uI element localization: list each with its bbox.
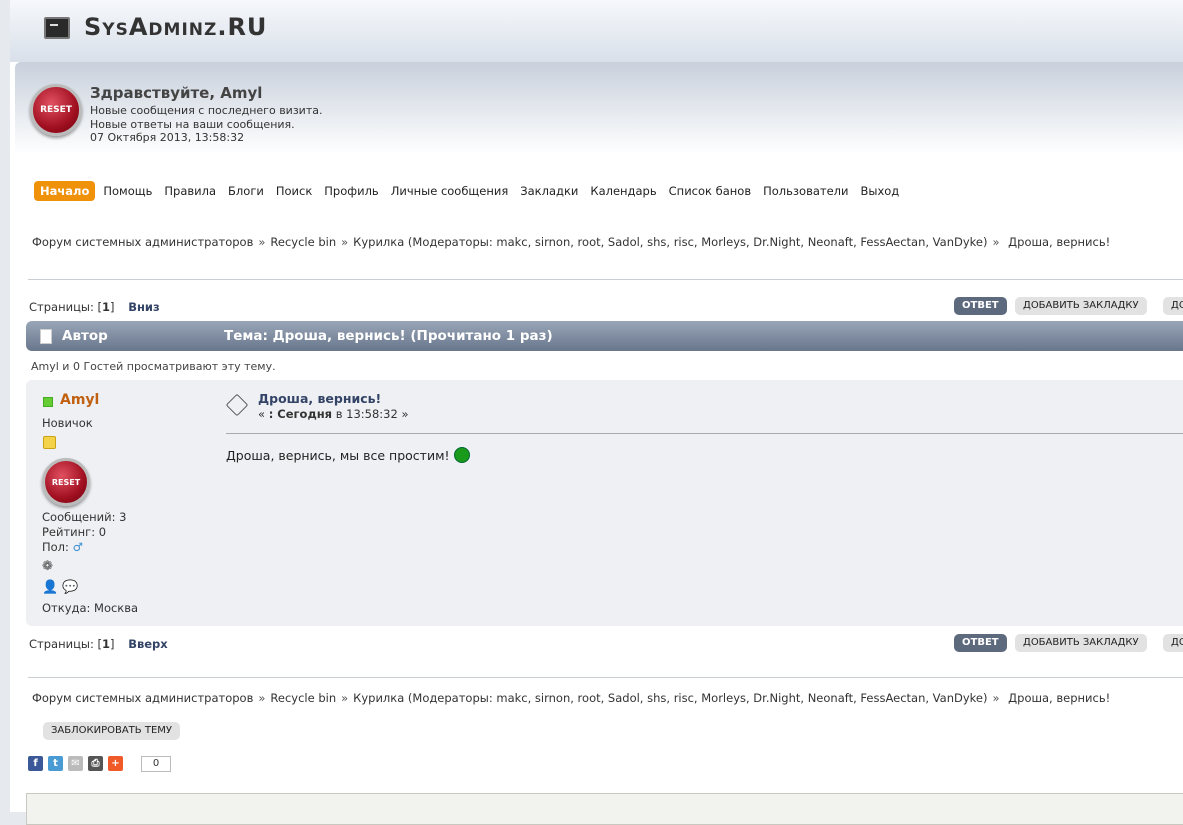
breadcrumb-section[interactable]: Recycle bin bbox=[270, 691, 336, 705]
breadcrumb: Форум системных администраторов» Recycle … bbox=[32, 235, 1111, 249]
author-location: Откуда: Москва bbox=[42, 601, 139, 615]
greeting: Здравствуйте, Amyl bbox=[90, 84, 263, 102]
new-replies-link[interactable]: Новые ответы на ваши сообщения. bbox=[90, 118, 322, 132]
more-button[interactable]: ДО bbox=[1163, 297, 1183, 315]
post-body: Дроша, вернись, мы все простим! bbox=[226, 447, 470, 463]
author-header: Автор bbox=[62, 328, 108, 344]
breadcrumb-section[interactable]: Recycle bin bbox=[270, 235, 336, 249]
email-share-icon[interactable]: ✉ bbox=[68, 756, 83, 771]
reply-button-bottom[interactable]: ОТВЕТ bbox=[954, 634, 1007, 652]
post-author[interactable]: Amyl bbox=[60, 392, 99, 408]
smiley-icon bbox=[453, 447, 470, 463]
menu-home[interactable]: Начало bbox=[34, 181, 96, 201]
menu-profile[interactable]: Профиль bbox=[318, 181, 384, 201]
user-info: Новые сообщения с последнего визита. Нов… bbox=[90, 104, 322, 145]
menu-rules[interactable]: Правила bbox=[158, 181, 222, 201]
menu-messages[interactable]: Личные сообщения bbox=[385, 181, 515, 201]
rank-star-icon bbox=[43, 436, 56, 449]
lock-topic-button[interactable]: ЗАБЛОКИРОВАТЬ ТЕМУ bbox=[43, 722, 180, 740]
menu-banlist[interactable]: Список банов bbox=[663, 181, 757, 201]
author-stats: Сообщений: 3 Рейтинг: 0 Пол: ♂ bbox=[42, 510, 126, 555]
menu-calendar[interactable]: Календарь bbox=[584, 181, 662, 201]
current-datetime: 07 Октября 2013, 13:58:32 bbox=[90, 131, 245, 144]
menu-blogs[interactable]: Блоги bbox=[222, 181, 270, 201]
breadcrumb-board[interactable]: Курилка (Модераторы: makc, sirnon, root,… bbox=[353, 235, 987, 249]
twitter-share-icon[interactable]: t bbox=[48, 756, 63, 771]
viewers-info: Amyl и 0 Гостей просматривают эту тему. bbox=[31, 360, 276, 373]
author-messages: Сообщений: 3 bbox=[42, 510, 127, 524]
pm-icon[interactable]: 💬 bbox=[62, 580, 78, 595]
menu-search[interactable]: Поиск bbox=[270, 181, 318, 201]
site-name[interactable]: SysAdminz.RU bbox=[84, 13, 267, 41]
page-frame: SysAdminz.RU RESET Здравствуйте, Amyl Но… bbox=[10, 0, 1183, 825]
profile-icon[interactable]: 👤 bbox=[42, 580, 58, 595]
divider-bottom bbox=[28, 677, 1183, 678]
topic-title: Тема: Дроша, вернись! (Прочитано 1 раз) bbox=[224, 328, 553, 344]
male-icon: ♂ bbox=[72, 540, 83, 554]
breadcrumb-forum[interactable]: Форум системных администраторов bbox=[32, 691, 253, 705]
go-up-link[interactable]: Вверх bbox=[128, 637, 168, 651]
share-plus-icon[interactable]: + bbox=[108, 756, 123, 771]
breadcrumb-forum[interactable]: Форум системных администраторов bbox=[32, 235, 253, 249]
pagination-bottom: Страницы: [1] Вверх bbox=[29, 637, 168, 651]
page-1[interactable]: 1 bbox=[102, 300, 110, 314]
main-menu: Начало Помощь Правила Блоги Поиск Профил… bbox=[34, 181, 905, 201]
divider bbox=[28, 279, 1183, 280]
post-date: « : Сегодня в 13:58:32 » bbox=[258, 407, 409, 421]
add-bookmark-button[interactable]: ДОБАВИТЬ ЗАКЛАДКУ bbox=[1015, 297, 1147, 315]
topic-header: Автор Тема: Дроша, вернись! (Прочитано 1… bbox=[26, 321, 1183, 351]
post-divider bbox=[226, 433, 1183, 434]
breadcrumb-board[interactable]: Курилка (Модераторы: makc, sirnon, root,… bbox=[353, 691, 987, 705]
post-subject[interactable]: Дроша, вернись! bbox=[258, 391, 381, 406]
more-button-bottom[interactable]: ДО bbox=[1163, 634, 1183, 652]
document-icon bbox=[40, 329, 52, 344]
print-icon[interactable]: ⎙ bbox=[88, 756, 103, 771]
terminal-icon bbox=[44, 17, 70, 39]
karma-icon[interactable]: ❁ bbox=[42, 559, 53, 574]
new-messages-link[interactable]: Новые сообщения с последнего визита. bbox=[90, 104, 322, 118]
quick-reply-box bbox=[26, 793, 1183, 825]
reply-button[interactable]: ОТВЕТ bbox=[954, 297, 1007, 315]
page-1-bottom[interactable]: 1 bbox=[102, 637, 110, 651]
menu-help[interactable]: Помощь bbox=[97, 181, 158, 201]
share-count: 0 bbox=[141, 756, 171, 772]
post-avatar[interactable]: RESET bbox=[42, 458, 90, 506]
add-bookmark-button-bottom[interactable]: ДОБАВИТЬ ЗАКЛАДКУ bbox=[1015, 634, 1147, 652]
pagination-top: Страницы: [1] Вниз bbox=[29, 300, 160, 314]
breadcrumb-topic[interactable]: Дроша, вернись! bbox=[1008, 691, 1110, 705]
author-gender: Пол: ♂ bbox=[42, 540, 83, 554]
post bbox=[26, 380, 1183, 626]
breadcrumb-topic[interactable]: Дроша, вернись! bbox=[1008, 235, 1110, 249]
online-status-icon bbox=[43, 397, 53, 407]
breadcrumb-bottom: Форум системных администраторов» Recycle … bbox=[32, 691, 1111, 705]
author-rating: Рейтинг: 0 bbox=[42, 525, 107, 539]
menu-users[interactable]: Пользователи bbox=[757, 181, 854, 201]
menu-logout[interactable]: Выход bbox=[855, 181, 906, 201]
go-down-link[interactable]: Вниз bbox=[128, 300, 159, 314]
menu-bookmarks[interactable]: Закладки bbox=[514, 181, 584, 201]
facebook-share-icon[interactable]: f bbox=[28, 756, 43, 771]
user-avatar[interactable]: RESET bbox=[30, 84, 82, 136]
author-rank: Новичок bbox=[42, 416, 93, 430]
